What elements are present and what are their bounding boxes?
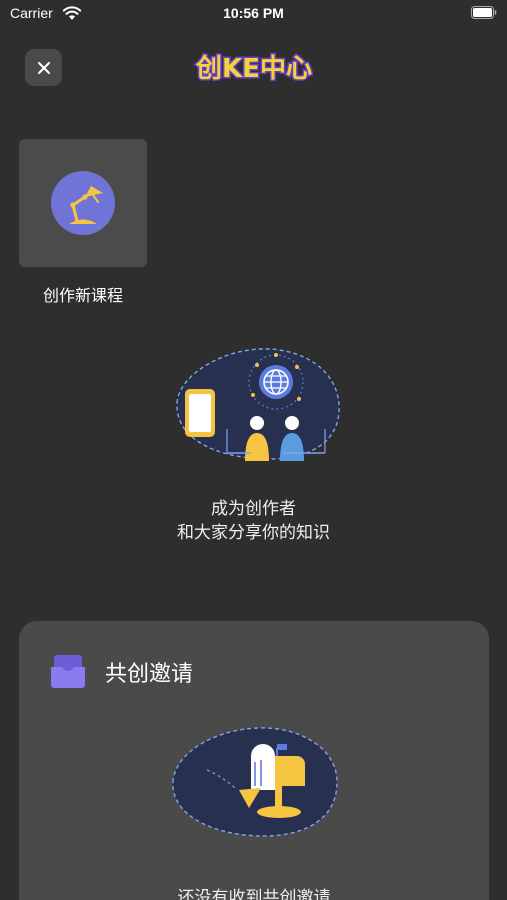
status-time: 10:56 PM [223, 5, 284, 21]
mailbox-illustration [172, 727, 338, 837]
inbox-icon [51, 655, 85, 688]
creators-globe-illustration [176, 348, 340, 461]
status-bar: Carrier 10:56 PM [0, 0, 507, 28]
invitation-empty-text: 还没有收到共创邀请 [177, 888, 331, 900]
invitation-card: 共创邀请 还没有收到共创邀请 [19, 621, 489, 900]
creator-promo-line2: 和大家分享你的知识 [177, 523, 330, 543]
create-course-label[interactable]: 创作新课程 [19, 282, 147, 306]
app-logo: 创KE中心 [194, 53, 314, 86]
invitation-title: 共创邀请 [105, 662, 194, 687]
close-icon [37, 61, 50, 74]
screen: Carrier 10:56 PM 创KE中心 创作新课程 成为创作者 和大家分享… [0, 0, 507, 900]
battery-icon [471, 6, 497, 19]
close-button[interactable] [25, 49, 62, 86]
svg-text:创KE中心: 创KE中心 [195, 54, 312, 84]
desk-lamp-icon [51, 171, 115, 235]
creator-promo-line1: 成为创作者 [211, 499, 296, 519]
create-course-tile[interactable] [19, 139, 147, 267]
